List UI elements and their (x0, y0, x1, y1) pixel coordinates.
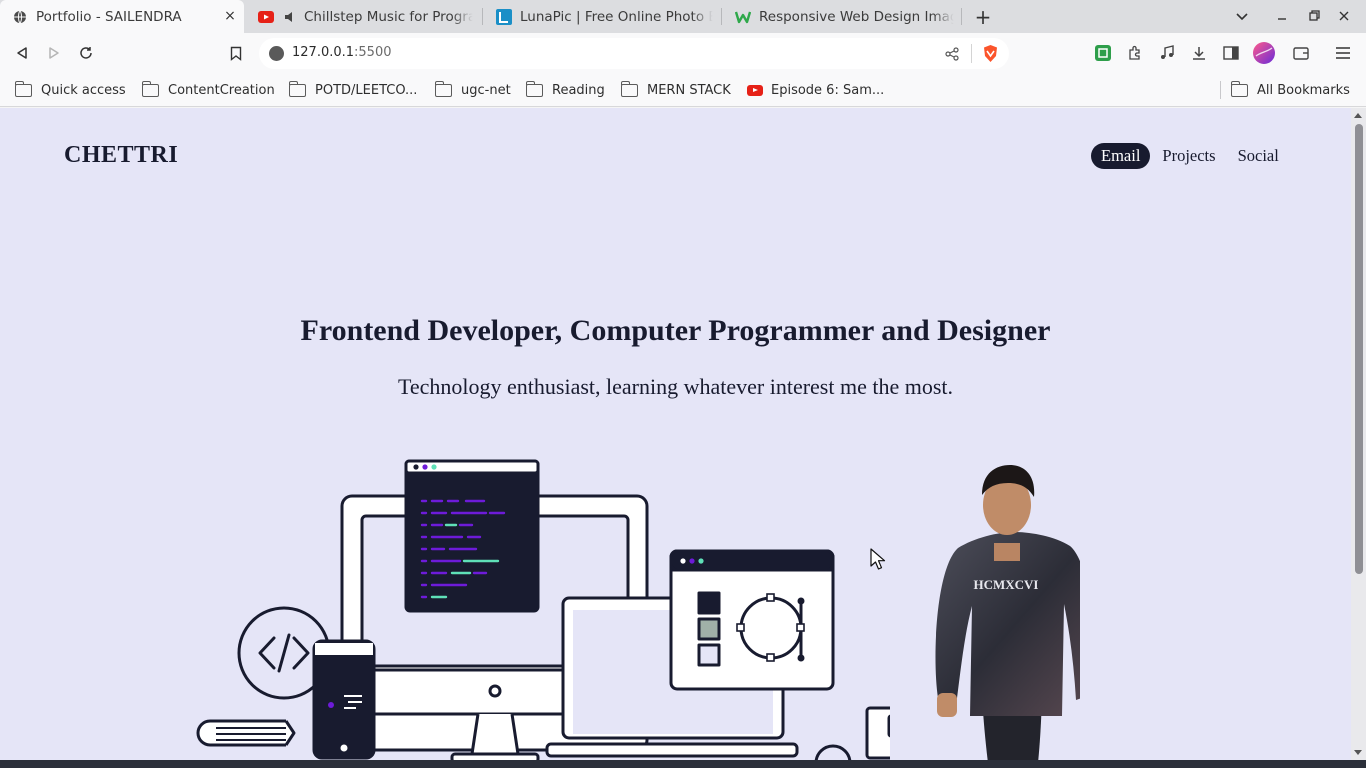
site-nav: Email Projects Social (1091, 143, 1291, 169)
bookmark-mern-stack[interactable]: MERN STACK (620, 80, 731, 99)
share-icon[interactable] (945, 46, 959, 65)
scroll-up-arrow-icon[interactable] (1354, 113, 1362, 118)
tab-chillstep[interactable]: Chillstep Music for Programming (246, 0, 478, 33)
folder-icon (14, 80, 32, 97)
sidebar-toggle-icon[interactable] (1222, 44, 1240, 62)
bookmark-episode-6[interactable]: Episode 6: Sam... (747, 81, 884, 99)
tab-lunapic[interactable]: LunaPic | Free Online Photo Editor (484, 0, 718, 33)
puzzle-extensions-icon[interactable] (1126, 44, 1144, 62)
tab-title: LunaPic | Free Online Photo Editor (520, 8, 718, 25)
hero-subtitle: Technology enthusiast, learning whatever… (397, 374, 954, 399)
bookmark-quick-access[interactable]: Quick access (14, 80, 126, 99)
youtube-icon (258, 9, 274, 25)
minimize-icon[interactable] (1272, 7, 1292, 27)
address-url[interactable]: 127.0.0.1:5500 (292, 45, 392, 60)
workspace-illustration (196, 459, 890, 760)
new-tab-button[interactable]: + (973, 7, 993, 27)
bookmark-potd-leetcode[interactable]: POTD/LEETCO... (288, 80, 417, 99)
brave-shield-icon[interactable] (982, 44, 999, 67)
tab-strip: Portfolio - SAILENDRA × Chillstep Music … (0, 0, 1366, 33)
folder-icon (434, 80, 452, 97)
restore-icon[interactable] (1304, 7, 1324, 27)
nav-projects-link[interactable]: Projects (1152, 143, 1225, 169)
page-viewport: CHETTRI Email Projects Social Frontend D… (0, 108, 1351, 760)
bookmark-icon[interactable] (225, 42, 247, 64)
address-bar[interactable]: 127.0.0.1:5500 (259, 38, 1009, 69)
youtube-icon (747, 84, 763, 96)
download-icon[interactable] (1190, 44, 1208, 62)
hero-title: Frontend Developer, Computer Programmer … (300, 314, 1051, 347)
sweatshirt-print: HCMXCVI (974, 577, 1039, 592)
profile-avatar[interactable] (1253, 42, 1275, 64)
folder-icon (1230, 80, 1248, 97)
folder-icon (620, 80, 638, 97)
close-tab-button[interactable]: × (222, 8, 238, 24)
tab-list-chevron-icon[interactable] (1232, 7, 1252, 27)
scroll-down-arrow-icon[interactable] (1354, 750, 1362, 755)
wallet-icon[interactable] (1292, 44, 1310, 62)
nav-email-link[interactable]: Email (1091, 143, 1151, 169)
globe-icon (12, 9, 28, 25)
tab-title: Responsive Web Design Images (759, 8, 959, 25)
back-arrow-icon[interactable] (11, 42, 33, 64)
media-music-icon[interactable] (1158, 44, 1176, 62)
bookmark-ugc-net[interactable]: ugc-net (434, 80, 511, 99)
w-logo-icon (735, 9, 751, 25)
taskbar-strip (0, 760, 1366, 768)
extension-green-icon[interactable] (1094, 44, 1112, 62)
bookmarks-bar: Quick access ContentCreation POTD/LEETCO… (0, 73, 1366, 107)
speaker-icon[interactable] (282, 9, 298, 25)
browser-toolbar: 127.0.0.1:5500 (0, 33, 1366, 73)
tab-responsive-images[interactable]: Responsive Web Design Images (723, 0, 959, 33)
site-info-icon[interactable] (269, 46, 284, 61)
all-bookmarks-button[interactable]: All Bookmarks (1230, 80, 1350, 99)
page-scrollbar[interactable] (1351, 108, 1366, 760)
site-logo[interactable]: CHETTRI (64, 142, 178, 169)
forward-arrow-icon[interactable] (43, 42, 65, 64)
close-window-icon[interactable] (1334, 7, 1354, 27)
tab-title: Portfolio - SAILENDRA (36, 8, 182, 25)
tab-portfolio[interactable]: Portfolio - SAILENDRA × (0, 0, 244, 33)
profile-portrait: HCMXCVI (935, 465, 1080, 760)
scrollbar-thumb[interactable] (1355, 124, 1363, 574)
folder-icon (288, 80, 306, 97)
menu-hamburger-icon[interactable] (1334, 44, 1352, 62)
nav-social-link[interactable]: Social (1228, 143, 1289, 169)
folder-icon (141, 80, 159, 97)
mouse-cursor-icon (870, 548, 886, 570)
bookmark-contentcreation[interactable]: ContentCreation (141, 80, 275, 99)
bookmark-reading[interactable]: Reading (525, 80, 605, 99)
lunapic-icon (496, 8, 512, 25)
reload-icon[interactable] (75, 42, 97, 64)
folder-icon (525, 80, 543, 97)
